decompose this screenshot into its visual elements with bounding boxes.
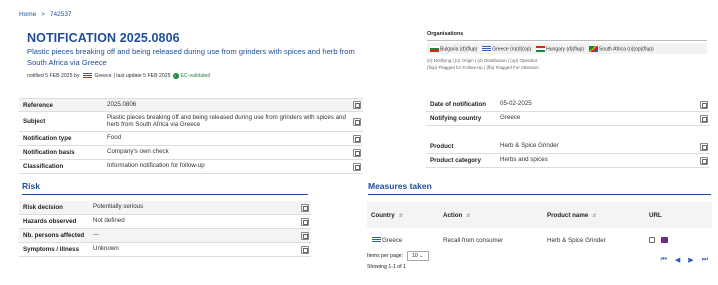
prev-page-icon[interactable]: ◀: [675, 256, 680, 264]
meta-country: Greece: [94, 73, 112, 79]
org-item: Greece (n)(d)(op): [481, 46, 531, 52]
detail-row-type: Notification type Food: [19, 132, 363, 146]
measures-section-title: Measures taken: [368, 181, 711, 195]
south-africa-flag-icon: [588, 46, 598, 52]
org-item: South Africa (o)(op)(flup): [588, 46, 654, 52]
detail-row-category: Product category Herbs and spices: [426, 154, 710, 168]
document-icon[interactable]: [649, 237, 655, 243]
breadcrumb-current[interactable]: 742537: [50, 11, 72, 18]
copy-icon[interactable]: [353, 134, 361, 143]
copy-icon[interactable]: [700, 100, 708, 109]
risk-details: Risk decision Potentially serious Hazards…: [19, 201, 311, 257]
organisations-panel: Organisations Bulgaria (d)(flup) Greece …: [427, 31, 707, 71]
items-per-page-select[interactable]: 10 ⌄: [407, 251, 429, 261]
copy-icon[interactable]: [700, 114, 708, 123]
copy-icon[interactable]: [353, 148, 361, 157]
notification-header: NOTIFICATION 2025.0806 Plastic pieces br…: [27, 31, 367, 68]
detail-row-subject: Subject Plastic pieces breaking off and b…: [19, 112, 363, 132]
greece-flag-icon: [482, 46, 492, 52]
table-header-row: Country ⇵ Action ⇵ Product name ⇵ URL: [367, 202, 712, 228]
column-header-action[interactable]: Action ⇵: [439, 202, 543, 228]
detail-row-date: Date of notification 05-02-2025: [426, 98, 710, 112]
breadcrumb: Home > 742537: [19, 11, 72, 18]
org-item: Bulgaria (d)(flup): [429, 46, 477, 52]
copy-icon[interactable]: [301, 217, 309, 226]
risk-row: Hazards observed Not defined: [19, 215, 311, 229]
next-page-icon[interactable]: ▶: [688, 256, 693, 264]
details-left: Reference 2025.0806 Subject Plastic pieces…: [19, 98, 363, 174]
validation-status: EC-validated: [180, 73, 211, 79]
detail-row-classification: Classification Information notification f…: [19, 160, 363, 174]
copy-icon[interactable]: [700, 156, 708, 165]
breadcrumb-home[interactable]: Home: [19, 11, 36, 18]
organisations-list: Bulgaria (d)(flup) Greece (n)(d)(op) Hun…: [427, 43, 707, 55]
copy-icon[interactable]: [301, 231, 309, 240]
column-header-url: URL: [645, 202, 712, 228]
page-navigation: ⏮ ◀ ▶ ⏭: [661, 256, 708, 264]
organisations-legend: (n) Notifying | (o) Origin | (d) Distrib…: [427, 58, 539, 70]
greece-flag-icon: [82, 73, 92, 79]
detail-row-product: Product Herb & Spice Grinder: [426, 140, 710, 154]
check-icon: ✓: [172, 73, 179, 79]
risk-row: Nb. persons affected ---: [19, 229, 311, 243]
breadcrumb-separator: >: [41, 11, 45, 18]
notification-meta: notified 5 FEB 2025 by Greece | last upd…: [27, 73, 210, 79]
details-right: Date of notification 05-02-2025 Notifying…: [426, 98, 710, 168]
organisations-header: Organisations: [427, 31, 707, 41]
risk-row: Symptoms / Illness Unknown: [19, 243, 311, 257]
column-header-country[interactable]: Country ⇵: [367, 202, 439, 228]
copy-icon[interactable]: [700, 142, 708, 151]
table-row: Greece Recall from consumer Herb & Spice…: [367, 228, 712, 252]
first-page-icon[interactable]: ⏮: [661, 256, 667, 264]
sort-icon[interactable]: ⇵: [592, 213, 596, 219]
showing-count: Showing 1-1 of 1: [367, 264, 406, 270]
greece-flag-icon: [372, 236, 381, 243]
org-item: Hungary (d)(flup): [535, 46, 584, 52]
bulgaria-flag-icon: [430, 46, 439, 52]
meta-update: | last update 5 FEB 2025: [113, 73, 171, 79]
hungary-flag-icon: [536, 46, 546, 52]
detail-row-reference: Reference 2025.0806: [19, 98, 363, 112]
sort-icon[interactable]: ⇵: [399, 213, 403, 219]
copy-icon[interactable]: [353, 101, 361, 109]
detail-row-country: Notifying country Greece: [426, 112, 710, 126]
last-page-icon[interactable]: ⏭: [702, 256, 708, 264]
meta-prefix: notified 5 FEB 2025 by: [27, 73, 80, 79]
measures-table: Country ⇵ Action ⇵ Product name ⇵ URL Greec…: [367, 202, 712, 252]
copy-icon[interactable]: [301, 245, 309, 254]
pagination: Items per page: 10 ⌄ Showing 1-1 of 1 ⏮ ◀…: [367, 251, 712, 270]
detail-row-basis: Notification basis Company's own check: [19, 146, 363, 160]
external-link-icon[interactable]: [661, 237, 668, 243]
copy-icon[interactable]: [353, 162, 361, 171]
copy-icon[interactable]: [301, 203, 309, 212]
risk-row: Risk decision Potentially serious: [19, 201, 311, 215]
column-header-product[interactable]: Product name ⇵: [543, 202, 645, 228]
sort-icon[interactable]: ⇵: [466, 213, 470, 219]
page-subtitle: Plastic pieces breaking off and being re…: [27, 47, 355, 67]
risk-section-title: Risk: [22, 181, 308, 195]
copy-icon[interactable]: [353, 117, 361, 126]
page-title: NOTIFICATION 2025.0806: [27, 31, 180, 45]
